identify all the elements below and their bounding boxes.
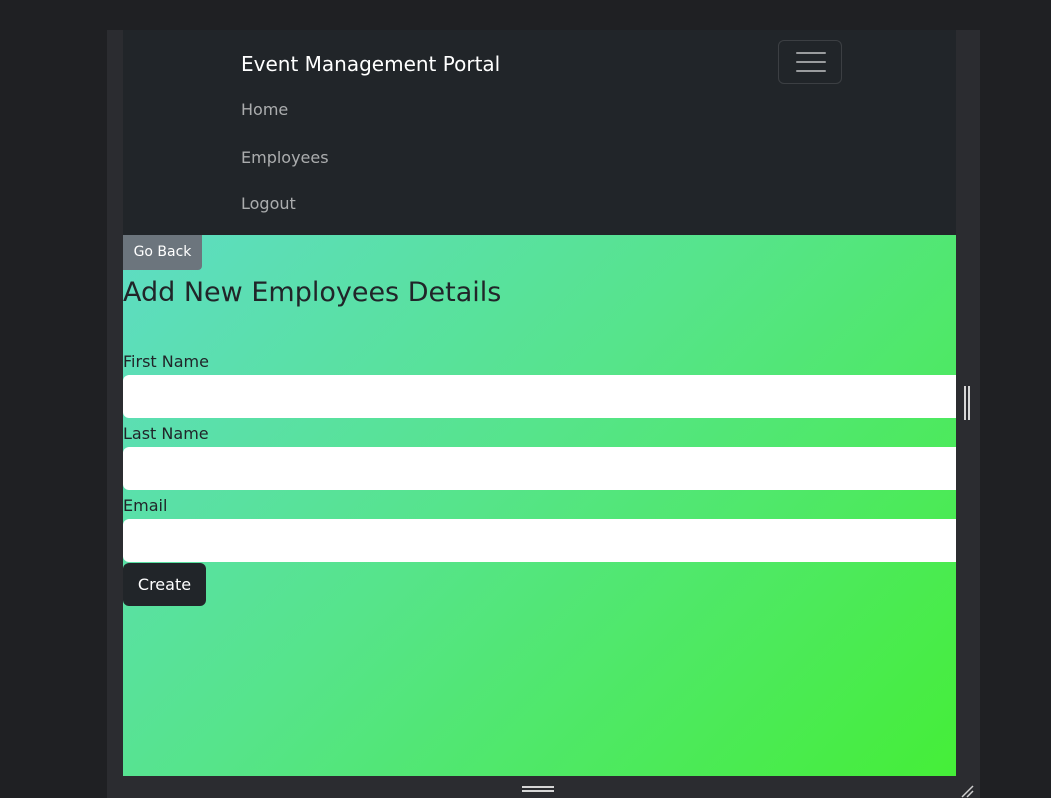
create-button[interactable]: Create <box>123 563 206 606</box>
hamburger-menu-icon <box>796 52 826 72</box>
go-back-button[interactable]: Go Back <box>123 235 202 270</box>
nav-link-home[interactable]: Home <box>241 99 288 121</box>
navbar: Event Management Portal Home Employees L… <box>123 30 956 235</box>
navbar-brand[interactable]: Event Management Portal <box>241 50 500 78</box>
resize-corner-icon[interactable] <box>958 782 974 798</box>
email-input[interactable] <box>123 519 956 562</box>
browser-viewport: Event Management Portal Home Employees L… <box>123 30 956 776</box>
vertical-splitter-grip-icon[interactable] <box>963 386 971 420</box>
page-title: Add New Employees Details <box>123 277 502 308</box>
nav-link-logout[interactable]: Logout <box>241 193 296 215</box>
first-name-input[interactable] <box>123 375 956 418</box>
first-name-label: First Name <box>123 352 209 371</box>
horizontal-splitter-grip-icon[interactable] <box>522 785 554 793</box>
employee-form-section: Go Back Add New Employees Details First … <box>123 235 956 776</box>
navbar-toggler-button[interactable] <box>778 40 842 84</box>
email-label: Email <box>123 496 168 515</box>
last-name-label: Last Name <box>123 424 209 443</box>
last-name-input[interactable] <box>123 447 956 490</box>
nav-link-employees[interactable]: Employees <box>241 147 329 169</box>
